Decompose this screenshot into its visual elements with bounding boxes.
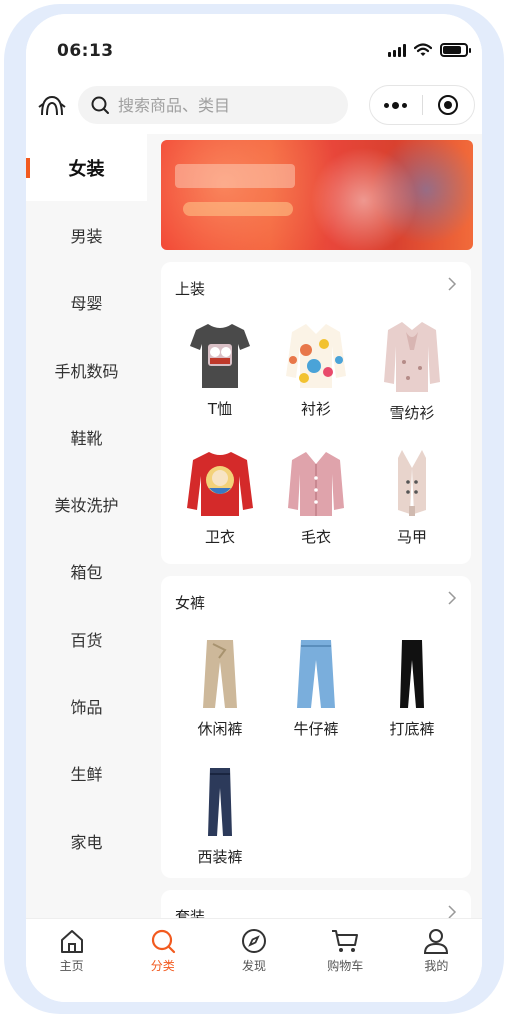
sidebar-item-baby[interactable]: 母婴 [26,269,147,336]
cart-icon [332,930,359,952]
target-icon [438,95,459,115]
search-icon [91,96,109,114]
sidebar-item-appliances[interactable]: 家电 [26,807,147,874]
sidebar-item-accessories[interactable]: 饰品 [26,672,147,739]
shirt-icon [286,324,346,388]
category-item[interactable]: 牛仔裤 [268,636,364,739]
jeans-icon [297,640,335,708]
chevron-right-icon[interactable] [447,590,457,606]
more-button[interactable] [370,86,422,124]
more-dot-icon [384,102,390,108]
tshirt-icon [190,324,250,388]
home-icon [60,930,83,953]
sidebar-item-mens[interactable]: 男装 [26,201,147,268]
section-card-sets: 套装 [161,890,471,918]
chevron-right-icon[interactable] [447,276,457,292]
promo-banner[interactable] [161,140,473,250]
miniprogram-capsule [369,85,475,125]
signal-icon [388,43,406,57]
more-dot-icon [402,102,408,108]
chiffon-blouse-icon [384,322,440,392]
tab-profile[interactable]: 我的 [391,919,482,1002]
category-item[interactable]: 衬衫 [268,320,364,419]
wifi-icon [414,43,432,56]
logo-icon[interactable] [38,93,66,117]
tab-category[interactable]: 分类 [117,919,208,1002]
suit-pants-icon [208,768,232,836]
section-card-pants: 女裤 休闲裤 牛仔裤 打底裤 西装裤 [161,576,471,878]
section-title: 上装 [175,280,206,298]
vest-icon [398,450,426,516]
user-icon [424,929,449,954]
category-item[interactable]: 休闲裤 [172,636,268,739]
casual-pants-icon [203,640,237,708]
status-time: 06:13 [57,41,114,61]
tab-cart[interactable]: 购物车 [300,919,391,1002]
status-bar: 06:13 [26,14,482,76]
leggings-icon [400,640,424,708]
tab-home[interactable]: 主页 [26,919,117,1002]
sidebar-item-general[interactable]: 百货 [26,605,147,672]
sidebar-item-fresh[interactable]: 生鲜 [26,740,147,807]
sidebar-item-womens[interactable]: 女装 [26,134,147,202]
bottom-tabbar: 主页 分类 发现 购物车 我的 [26,918,482,1002]
tab-discover[interactable]: 发现 [208,919,299,1002]
close-miniprogram-button[interactable] [422,86,474,124]
category-main: 上装 T恤 衬衫 雪纺衫 卫衣 毛衣 马甲 女裤 休闲裤 牛仔裤 打底裤 西装裤… [147,134,482,918]
sidebar-item-bags[interactable]: 箱包 [26,538,147,605]
category-item[interactable]: 卫衣 [172,448,268,547]
category-item[interactable]: 雪纺衫 [364,320,460,423]
category-item[interactable]: T恤 [172,320,268,419]
chevron-right-icon[interactable] [447,904,457,918]
category-item[interactable]: 毛衣 [268,448,364,547]
category-item[interactable]: 马甲 [364,448,460,547]
more-dot-icon [392,101,400,109]
sidebar-item-beauty[interactable]: 美妆洗护 [26,470,147,537]
phone-screen: 06:13 搜索商品、类目 女装 男装 母婴 手机数码 鞋靴 美妆洗护 箱包 百… [26,14,482,1002]
search-bar[interactable] [78,86,348,124]
category-search-icon [151,929,175,954]
header [26,76,482,134]
hoodie-icon [187,452,253,516]
sweater-icon [288,452,344,516]
category-sidebar: 女装 男装 母婴 手机数码 鞋靴 美妆洗护 箱包 百货 饰品 生鲜 家电 [26,134,147,918]
category-item[interactable]: 西装裤 [172,764,268,867]
search-input[interactable] [118,95,328,115]
battery-icon [440,43,471,57]
content-area: 女装 男装 母婴 手机数码 鞋靴 美妆洗护 箱包 百货 饰品 生鲜 家电 上装 [26,134,482,918]
status-icons [388,43,471,57]
section-card-tops: 上装 T恤 衬衫 雪纺衫 卫衣 毛衣 马甲 [161,262,471,564]
battery-level [443,46,461,54]
sidebar-item-shoes[interactable]: 鞋靴 [26,403,147,470]
compass-icon [242,929,266,953]
category-item[interactable]: 打底裤 [364,636,460,739]
section-title: 套装 [175,908,206,918]
section-title: 女裤 [175,594,206,612]
sidebar-item-digital[interactable]: 手机数码 [26,336,147,403]
